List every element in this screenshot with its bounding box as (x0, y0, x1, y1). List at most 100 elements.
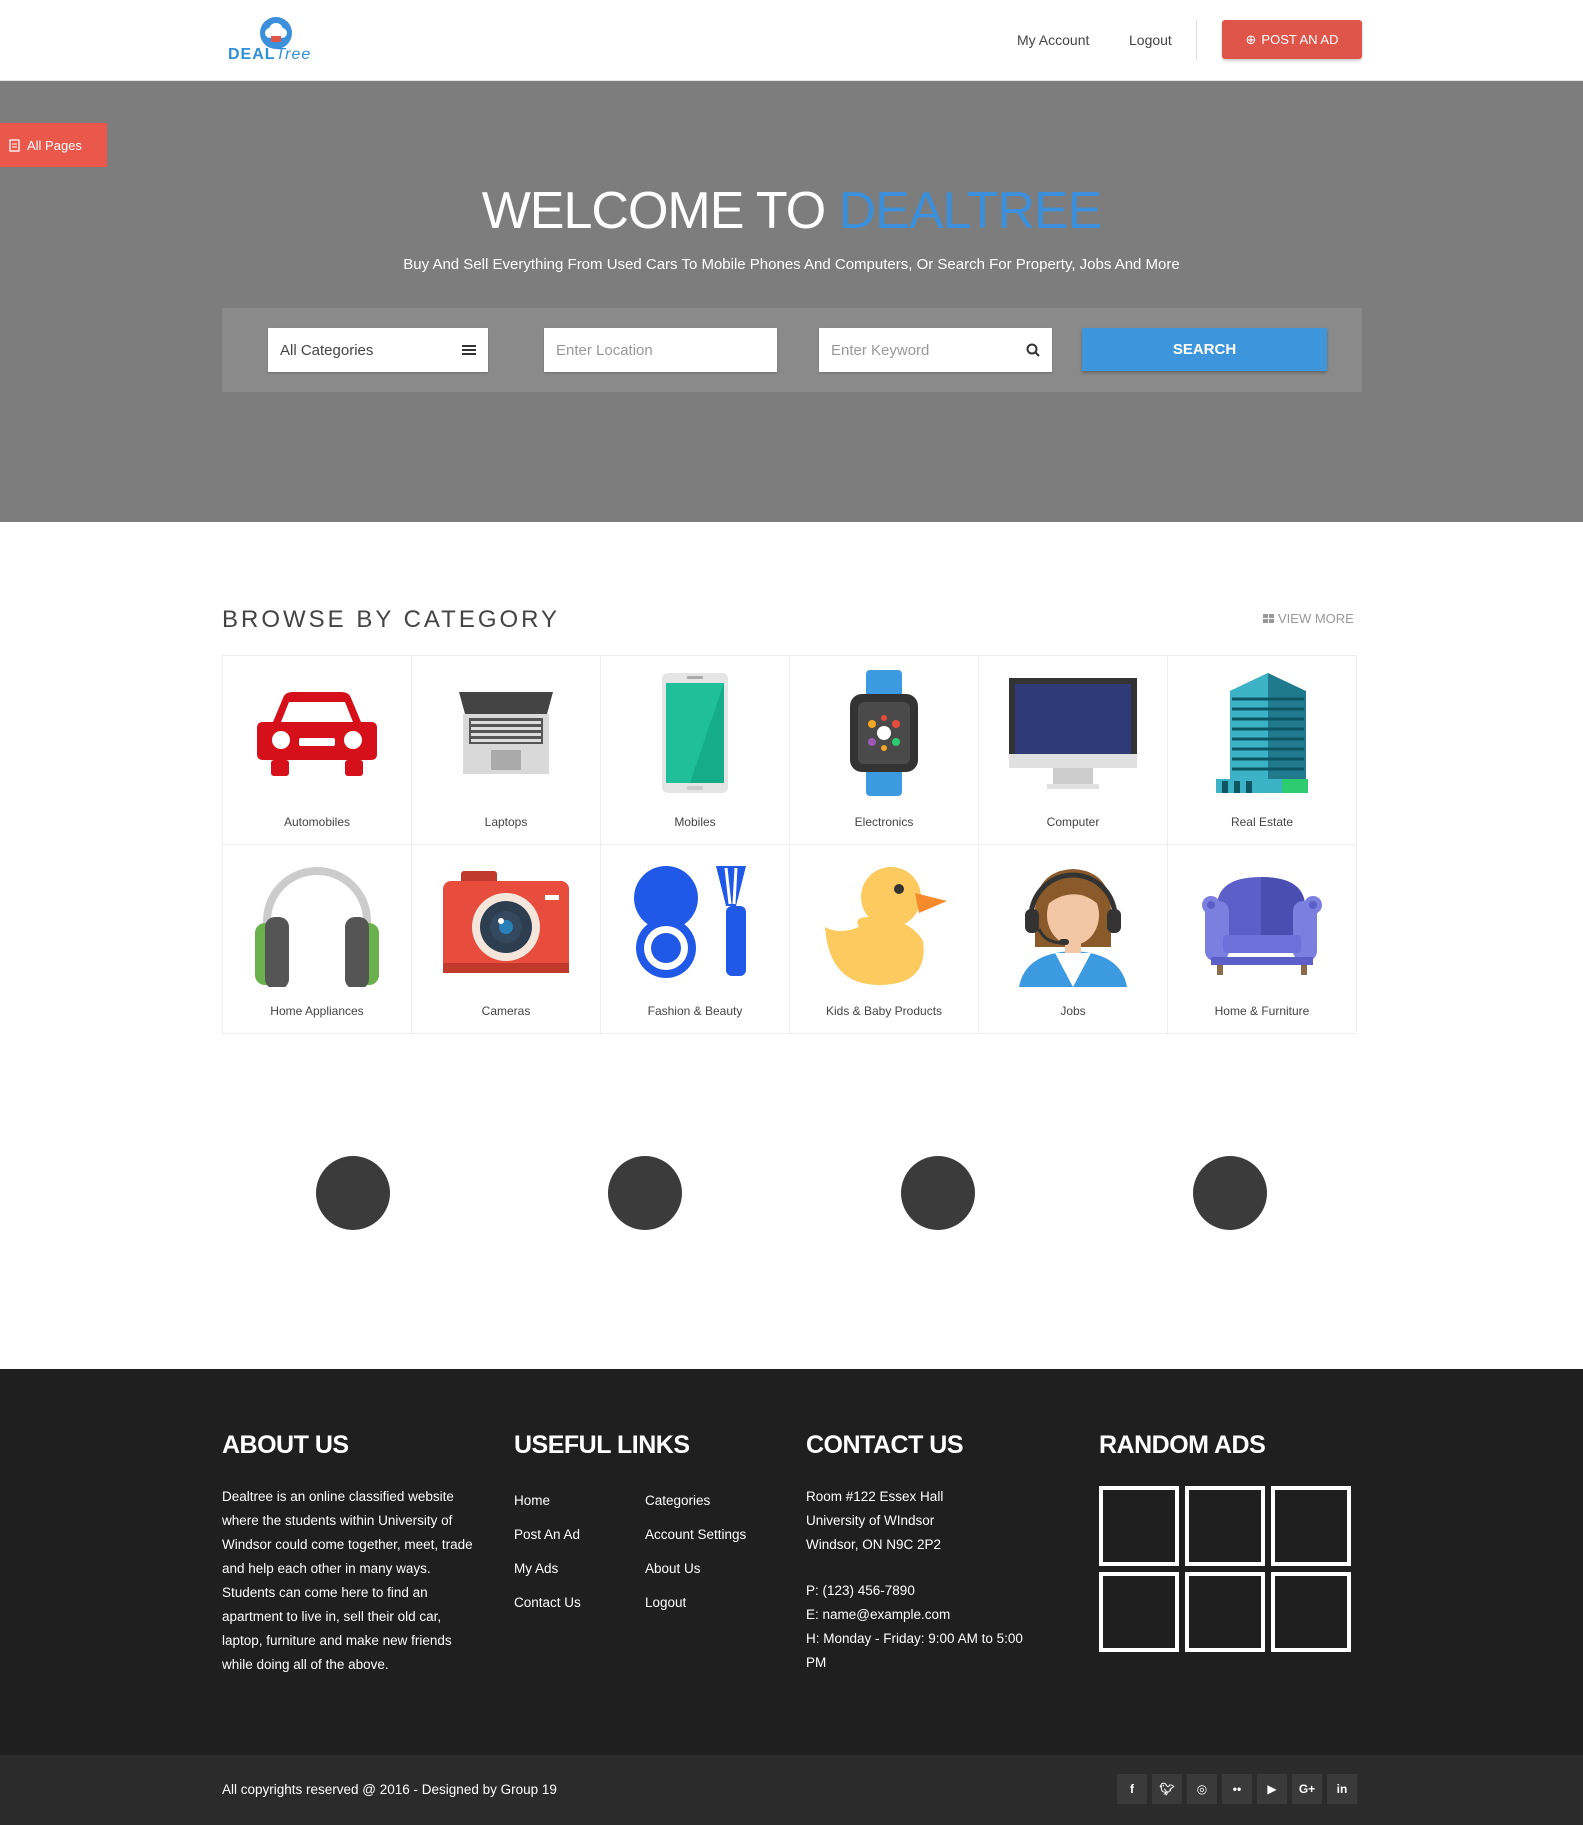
hero-title: WELCOME TO DEALTREE (481, 182, 1103, 240)
category-label: Jobs (1060, 1004, 1086, 1018)
random-ads-grid (1099, 1486, 1352, 1652)
google-plus-icon[interactable]: G+ (1292, 1774, 1322, 1804)
facebook-icon[interactable]: f (1117, 1774, 1147, 1804)
all-pages-label: All Pages (27, 137, 82, 153)
smartwatch-icon (814, 668, 954, 798)
footer-link-logout[interactable]: Logout (645, 1586, 746, 1620)
laptop-icon (436, 668, 576, 798)
footer-link-post-ad[interactable]: Post An Ad (514, 1518, 581, 1552)
random-ad-thumb[interactable] (1099, 1486, 1179, 1566)
carousel-dot[interactable] (1193, 1156, 1267, 1230)
document-icon (9, 138, 20, 152)
all-pages-tab[interactable]: All Pages (0, 123, 107, 167)
footer-about: ABOUT US Dealtree is an online classifie… (222, 1431, 482, 1677)
post-ad-label: POST AN AD (1261, 32, 1339, 47)
search-icon (1026, 343, 1040, 357)
category-computer[interactable]: Computer (979, 656, 1168, 845)
site-header: DEALTree My Account Logout ⊕ POST AN AD (0, 0, 1583, 81)
twitter-icon[interactable]: 🐦︎ (1152, 1774, 1182, 1804)
car-icon (247, 668, 387, 798)
footer-link-my-ads[interactable]: My Ads (514, 1552, 581, 1586)
footer-link-categories[interactable]: Categories (645, 1484, 746, 1518)
building-icon (1192, 668, 1332, 798)
footer-bottom-bar: All copyrights reserved @ 2016 - Designe… (0, 1755, 1583, 1825)
hero-subtitle: Buy And Sell Everything From Used Cars T… (403, 256, 1180, 273)
category-label: Automobiles (283, 815, 351, 829)
linkedin-icon[interactable]: in (1327, 1774, 1357, 1804)
category-select[interactable]: All Categories (268, 328, 488, 372)
random-ad-thumb[interactable] (1185, 1572, 1265, 1652)
category-label: Cameras (481, 1004, 531, 1018)
category-home-appliances[interactable]: Home Appliances (223, 845, 412, 1034)
about-text: Dealtree is an online classified website… (222, 1489, 473, 1672)
headphones-icon (247, 857, 387, 987)
carousel-dot[interactable] (901, 1156, 975, 1230)
footer-contact: CONTACT US Room #122 Essex Hall Universi… (806, 1431, 1026, 1675)
footer-links-col1: Home Post An Ad My Ads Contact Us (514, 1484, 581, 1620)
plus-circle-icon: ⊕ (1245, 31, 1257, 47)
carousel-dot[interactable] (316, 1156, 390, 1230)
keyword-input[interactable]: Enter Keyword (819, 328, 1052, 372)
youtube-icon[interactable]: ▶ (1257, 1774, 1287, 1804)
view-more-link[interactable]: VIEW MORE (1263, 611, 1354, 626)
search-button[interactable]: SEARCH (1082, 328, 1327, 371)
category-label: Home Appliances (270, 1004, 364, 1018)
post-ad-button[interactable]: ⊕ POST AN AD (1222, 20, 1362, 59)
copyright-text: All copyrights reserved @ 2016 - Designe… (222, 1782, 557, 1797)
category-electronics[interactable]: Electronics (790, 656, 979, 845)
footer-link-account-settings[interactable]: Account Settings (645, 1518, 746, 1552)
browse-category-title: BROWSE BY CATEGORY (222, 606, 561, 633)
random-ad-thumb[interactable] (1271, 1572, 1351, 1652)
category-kids-baby[interactable]: Kids & Baby Products (790, 845, 979, 1034)
armchair-icon (1192, 857, 1332, 987)
category-label: Mobiles (674, 815, 716, 829)
category-cameras[interactable]: Cameras (412, 845, 601, 1034)
category-real-estate[interactable]: Real Estate (1168, 656, 1357, 845)
location-input[interactable]: Enter Location (544, 328, 777, 372)
social-links: f 🐦︎ ◎ •• ▶ G+ in (1117, 1774, 1357, 1804)
camera-icon (436, 857, 576, 987)
links-title: USEFUL LINKS (514, 1431, 690, 1459)
menu-icon (462, 345, 476, 355)
monitor-icon (1003, 668, 1143, 798)
logo-text: DEALTree (228, 46, 312, 63)
category-home-furniture[interactable]: Home & Furniture (1168, 845, 1357, 1034)
hero-section: WELCOME TO DEALTREE Buy And Sell Everyth… (0, 81, 1583, 522)
footer-link-home[interactable]: Home (514, 1484, 581, 1518)
contact-address-line: Windsor, ON N9C 2P2 (806, 1537, 942, 1552)
search-bar: All Categories Enter Location Enter Keyw… (222, 308, 1362, 392)
random-ad-thumb[interactable] (1099, 1572, 1179, 1652)
category-label: Home & Furniture (1214, 1004, 1310, 1018)
random-ad-thumb[interactable] (1271, 1486, 1351, 1566)
footer-links-col2: Categories Account Settings About Us Log… (645, 1484, 746, 1620)
footer-link-about[interactable]: About Us (645, 1552, 746, 1586)
logo-tree-icon (260, 17, 292, 49)
category-jobs[interactable]: Jobs (979, 845, 1168, 1034)
category-label: Laptops (484, 815, 528, 829)
category-label: Real Estate (1230, 815, 1294, 829)
footer-link-contact[interactable]: Contact Us (514, 1586, 581, 1620)
contact-address-line: Room #122 Essex Hall (806, 1489, 944, 1504)
dribbble-icon[interactable]: ◎ (1187, 1774, 1217, 1804)
flickr-icon[interactable]: •• (1222, 1774, 1252, 1804)
category-mobiles[interactable]: Mobiles (601, 656, 790, 845)
nav-logout[interactable]: Logout (1129, 32, 1172, 48)
category-laptops[interactable]: Laptops (412, 656, 601, 845)
footer-links: USEFUL LINKS (514, 1431, 690, 1485)
contact-hours: H: Monday - Friday: 9:00 AM to 5:00 PM (806, 1631, 1023, 1670)
makeup-brush-icon (625, 857, 765, 987)
mobile-phone-icon (625, 668, 765, 798)
contact-email[interactable]: E: name@example.com (806, 1603, 1026, 1627)
carousel-dot[interactable] (608, 1156, 682, 1230)
category-label: Electronics (854, 815, 914, 829)
category-fashion-beauty[interactable]: Fashion & Beauty (601, 845, 790, 1034)
nav-divider (1196, 20, 1197, 60)
contact-title: CONTACT US (806, 1431, 964, 1459)
nav-my-account[interactable]: My Account (1017, 32, 1089, 48)
logo[interactable]: DEALTree (228, 16, 324, 66)
category-grid: Automobiles Laptops Mobiles Electronics … (222, 655, 1357, 1034)
about-title: ABOUT US (222, 1431, 349, 1459)
rubber-duck-icon (814, 857, 954, 987)
category-automobiles[interactable]: Automobiles (223, 656, 412, 845)
random-ad-thumb[interactable] (1185, 1486, 1265, 1566)
